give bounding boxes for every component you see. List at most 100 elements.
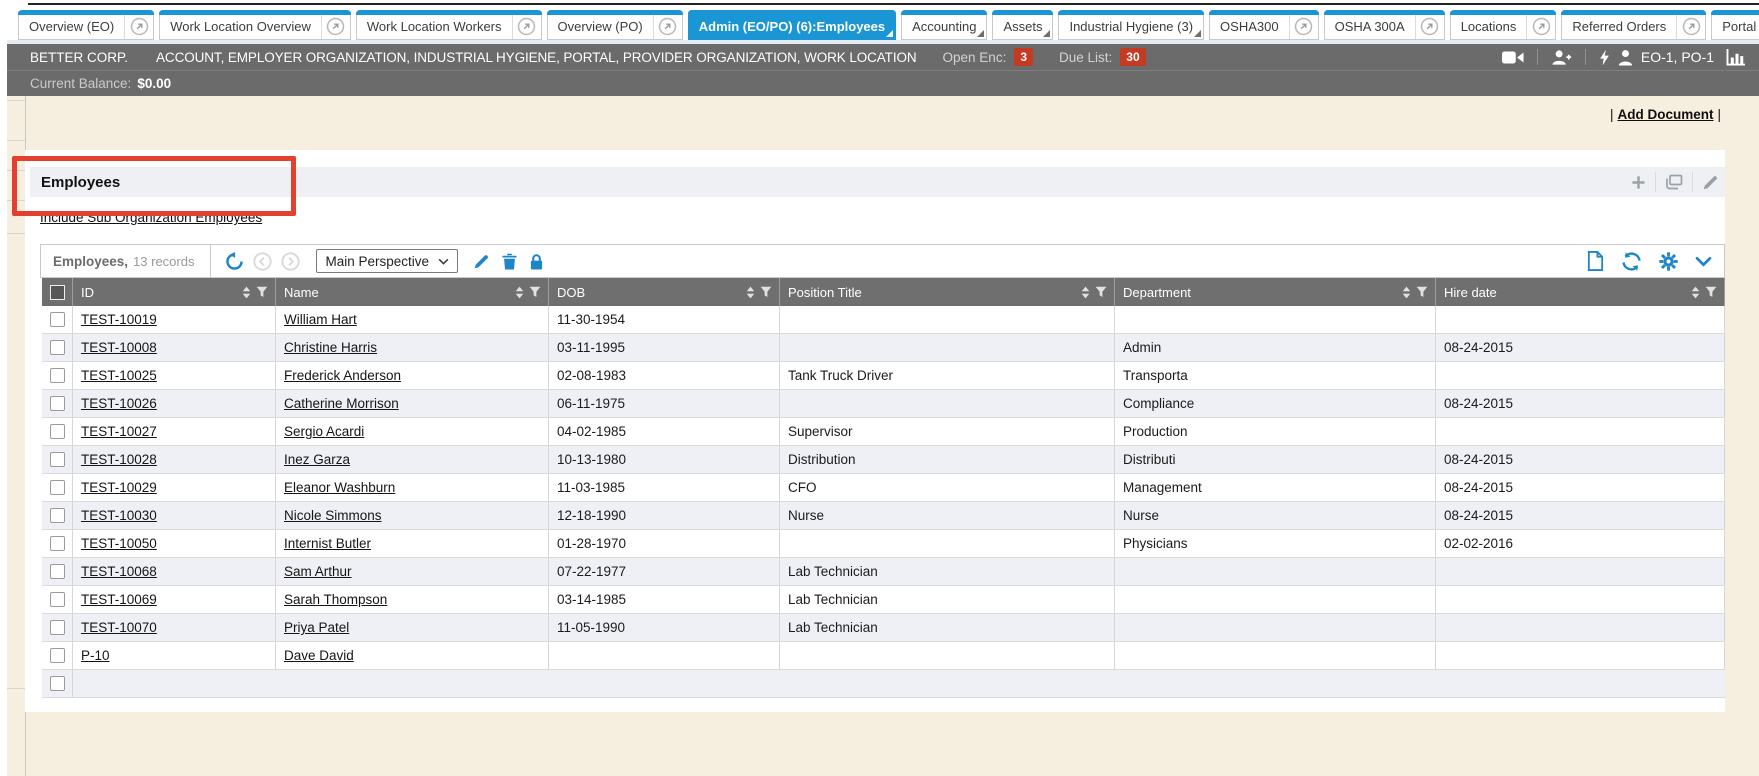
cell-hire-date xyxy=(1436,306,1725,333)
id-link[interactable]: TEST-10019 xyxy=(81,312,157,327)
popout-icon[interactable] xyxy=(1526,10,1555,39)
previous-icon[interactable] xyxy=(253,252,272,271)
tab-overview-po[interactable]: Overview (PO) xyxy=(547,10,683,40)
id-link[interactable]: TEST-10069 xyxy=(81,592,157,607)
bar-chart-icon[interactable] xyxy=(1726,49,1745,66)
row-checkbox[interactable] xyxy=(50,312,65,327)
include-sub-org-link[interactable]: Include Sub Organization Employees xyxy=(40,210,262,225)
row-checkbox[interactable] xyxy=(50,676,65,691)
name-link[interactable]: Sarah Thompson xyxy=(284,592,387,607)
tab-assets[interactable]: Assets xyxy=(992,10,1053,40)
row-checkbox[interactable] xyxy=(50,452,65,467)
popout-icon[interactable] xyxy=(653,10,682,39)
name-link[interactable]: William Hart xyxy=(284,312,357,327)
add-document-link[interactable]: Add Document xyxy=(1617,107,1713,122)
filter-icon[interactable] xyxy=(256,286,268,298)
select-all-checkbox[interactable] xyxy=(50,285,65,300)
name-link[interactable]: Catherine Morrison xyxy=(284,396,399,411)
user-icon[interactable] xyxy=(1618,49,1633,66)
id-link[interactable]: TEST-10025 xyxy=(81,368,157,383)
delete-icon[interactable] xyxy=(502,253,517,270)
name-link[interactable]: Christine Harris xyxy=(284,340,377,355)
sort-icon[interactable] xyxy=(515,286,524,299)
filter-icon[interactable] xyxy=(529,286,541,298)
name-link[interactable]: Priya Patel xyxy=(284,620,349,635)
name-link[interactable]: Nicole Simmons xyxy=(284,508,382,523)
video-camera-icon[interactable] xyxy=(1502,50,1524,65)
tab-menu-corner-icon xyxy=(1194,30,1201,37)
collapse-chevron-icon[interactable] xyxy=(1695,256,1712,267)
name-link[interactable]: Eleanor Washburn xyxy=(284,480,395,495)
row-checkbox[interactable] xyxy=(50,592,65,607)
name-link[interactable]: Sergio Acardi xyxy=(284,424,364,439)
tab-admin-eo-po-6-employees[interactable]: Admin (EO/PO) (6):Employees xyxy=(688,10,896,40)
sort-icon[interactable] xyxy=(1402,286,1411,299)
popout-icon[interactable] xyxy=(321,10,350,39)
perspective-select[interactable]: Main Perspective xyxy=(316,249,458,273)
user-context[interactable]: EO-1, PO-1 xyxy=(1641,49,1714,65)
popout-icon[interactable] xyxy=(1289,10,1318,39)
tab-label: Locations xyxy=(1451,10,1527,39)
popout-icon[interactable] xyxy=(1415,10,1444,39)
tab-accounting[interactable]: Accounting xyxy=(901,10,987,40)
name-link[interactable]: Dave David xyxy=(284,648,354,663)
id-link[interactable]: TEST-10008 xyxy=(81,340,157,355)
id-link[interactable]: TEST-10028 xyxy=(81,452,157,467)
row-checkbox[interactable] xyxy=(50,564,65,579)
row-checkbox[interactable] xyxy=(50,536,65,551)
filter-icon[interactable] xyxy=(1705,286,1717,298)
popout-icon[interactable] xyxy=(1676,10,1705,39)
edit-icon[interactable] xyxy=(1702,174,1719,191)
tab-label: OSHA300 xyxy=(1210,10,1289,39)
name-link[interactable]: Inez Garza xyxy=(284,452,350,467)
id-link[interactable]: TEST-10030 xyxy=(81,508,157,523)
id-link[interactable]: TEST-10027 xyxy=(81,424,157,439)
name-link[interactable]: Sam Arthur xyxy=(284,564,352,579)
lock-icon[interactable] xyxy=(529,253,544,270)
tab-osha300[interactable]: OSHA300 xyxy=(1209,10,1319,40)
row-checkbox[interactable] xyxy=(50,424,65,439)
name-link[interactable]: Frederick Anderson xyxy=(284,368,401,383)
row-checkbox[interactable] xyxy=(50,480,65,495)
id-link[interactable]: TEST-10029 xyxy=(81,480,157,495)
filter-icon[interactable] xyxy=(1095,286,1107,298)
id-link[interactable]: P-10 xyxy=(81,648,110,663)
undo-icon[interactable] xyxy=(225,252,244,271)
row-checkbox[interactable] xyxy=(50,620,65,635)
popout-icon[interactable] xyxy=(124,10,153,39)
row-checkbox[interactable] xyxy=(50,340,65,355)
row-checkbox[interactable] xyxy=(50,396,65,411)
tab-osha-300a[interactable]: OSHA 300A xyxy=(1324,10,1445,40)
popout-icon[interactable] xyxy=(512,10,541,39)
id-link[interactable]: TEST-10070 xyxy=(81,620,157,635)
sort-icon[interactable] xyxy=(746,286,755,299)
sort-icon[interactable] xyxy=(1691,286,1700,299)
row-checkbox[interactable] xyxy=(50,368,65,383)
settings-gear-icon[interactable] xyxy=(1659,252,1678,271)
filter-icon[interactable] xyxy=(1416,286,1428,298)
id-link[interactable]: TEST-10026 xyxy=(81,396,157,411)
add-user-icon[interactable] xyxy=(1551,49,1572,66)
tab-locations[interactable]: Locations xyxy=(1450,10,1557,40)
tab-referred-orders[interactable]: Referred Orders xyxy=(1561,10,1706,40)
refresh-icon[interactable] xyxy=(1621,252,1642,271)
id-link[interactable]: TEST-10050 xyxy=(81,536,157,551)
filter-icon[interactable] xyxy=(760,286,772,298)
tab-overview-eo[interactable]: Overview (EO) xyxy=(18,10,154,40)
edit-perspective-icon[interactable] xyxy=(473,253,490,270)
next-icon[interactable] xyxy=(281,252,300,271)
lightning-icon[interactable] xyxy=(1599,49,1610,66)
name-link[interactable]: Internist Butler xyxy=(284,536,371,551)
row-checkbox[interactable] xyxy=(50,508,65,523)
new-document-icon[interactable] xyxy=(1587,251,1604,271)
sort-icon[interactable] xyxy=(1081,286,1090,299)
tab-industrial-hygiene-3[interactable]: Industrial Hygiene (3) xyxy=(1058,10,1204,40)
id-link[interactable]: TEST-10068 xyxy=(81,564,157,579)
row-checkbox[interactable] xyxy=(50,648,65,663)
add-icon[interactable] xyxy=(1631,175,1646,190)
sort-icon[interactable] xyxy=(242,286,251,299)
tab-portal-manage[interactable]: Portal Manage xyxy=(1711,10,1759,40)
copy-icon[interactable] xyxy=(1665,174,1683,190)
tab-work-location-overview[interactable]: Work Location Overview xyxy=(159,10,351,40)
tab-work-location-workers[interactable]: Work Location Workers xyxy=(356,10,542,40)
